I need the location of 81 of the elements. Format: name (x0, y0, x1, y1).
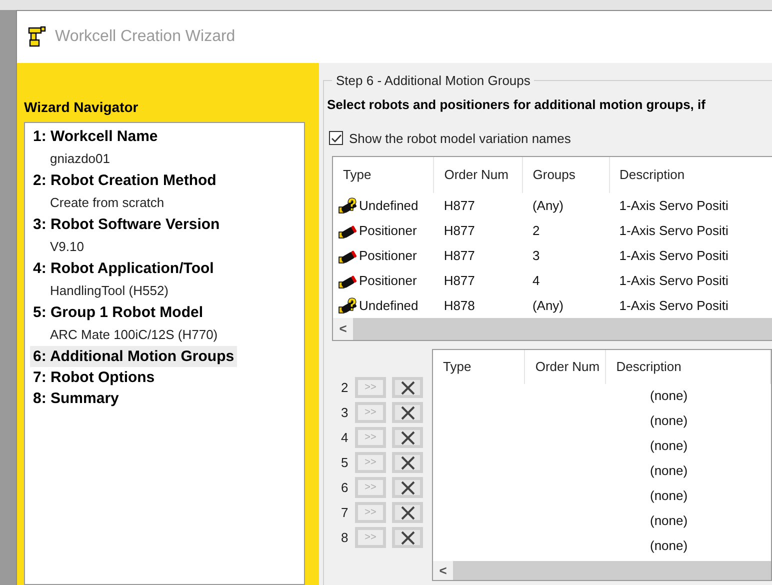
navigator-step-value: ARC Mate 100iC/12S (H770) (49, 326, 218, 344)
checkbox-label: Show the robot model variation names (349, 130, 571, 148)
motor-question-icon (338, 196, 358, 214)
table-cell-text: Positioner (359, 246, 417, 265)
remove-button[interactable] (392, 427, 423, 448)
navigator-title: Wizard Navigator (24, 98, 140, 117)
close-icon (400, 530, 414, 544)
navigator-step[interactable]: 6: Additional Motion Groups (30, 346, 238, 367)
navigator-step[interactable]: 3: Robot Software Version (30, 214, 223, 235)
remove-button[interactable] (392, 527, 423, 548)
scroll-left-button[interactable]: < (333, 318, 353, 340)
motor-question-icon (338, 296, 358, 314)
horizontal-scrollbar[interactable]: < (333, 318, 772, 340)
table-cell-text: Positioner (359, 272, 417, 290)
table-cell-text: (none) (650, 512, 688, 530)
table-cell-text: Undefined (359, 296, 418, 315)
navigator-step[interactable]: 5: Group 1 Robot Model (30, 302, 206, 323)
group-number: 5 (341, 454, 349, 472)
table-cell-text: (none) (650, 412, 688, 430)
table-cell: H877 (444, 248, 475, 263)
instruction-text: Select robots and positioners for additional motion groups, if (327, 96, 706, 114)
navigator-step[interactable]: 1: Workcell Name (30, 126, 161, 147)
navigator-step[interactable]: 2: Robot Creation Method (30, 170, 220, 191)
group-number: 8 (341, 528, 349, 547)
table-cell: (Any) (532, 298, 564, 313)
table-cell: 1-Axis Servo Positi (619, 198, 728, 213)
close-icon (400, 480, 414, 494)
column-header[interactable]: Groups (522, 157, 610, 193)
table-cell-text: (none) (650, 387, 688, 406)
horizontal-scrollbar[interactable]: < (433, 560, 771, 580)
navigator-step-value: Create from scratch (49, 194, 164, 212)
close-icon (400, 506, 414, 520)
table-cell: H877 (444, 198, 475, 213)
remove-button[interactable] (392, 477, 423, 498)
close-icon (400, 406, 414, 420)
column-header[interactable]: Order Num (434, 157, 523, 193)
navigator-step[interactable]: 7: Robot Options (30, 367, 158, 388)
scroll-left-button[interactable]: < (433, 560, 453, 580)
close-icon (400, 456, 414, 470)
navigator-step-value: V9.10 (49, 238, 84, 256)
column-header[interactable]: Type (433, 350, 526, 384)
remove-button[interactable] (392, 452, 423, 473)
column-header[interactable]: Description (606, 350, 771, 384)
close-icon (400, 380, 414, 394)
table-cell: 1-Axis Servo Positi (619, 298, 728, 313)
group-number: 6 (341, 478, 349, 497)
group-number: 4 (341, 428, 349, 447)
table-cell-text: Positioner (359, 222, 417, 240)
table-cell: (Any) (532, 198, 564, 213)
table-cell: H877 (444, 222, 475, 238)
group-number: 2 (341, 378, 349, 397)
window-title: Workcell Creation Wizard (55, 27, 236, 47)
column-header[interactable]: Description (610, 157, 772, 193)
table-cell: 3 (532, 248, 540, 263)
table-cell: 4 (532, 272, 540, 288)
table-cell: 1-Axis Servo Positi (619, 272, 728, 288)
navigator-step[interactable]: 8: Summary (30, 388, 122, 409)
column-header[interactable]: Order Num (525, 350, 606, 384)
remove-button[interactable] (392, 502, 423, 523)
navigator-step[interactable]: 4: Robot Application/Tool (30, 258, 217, 279)
table-cell: 2 (532, 222, 540, 238)
table-cell: H877 (444, 272, 475, 288)
column-header[interactable]: Type (333, 157, 434, 193)
group-number: 3 (341, 404, 349, 422)
check-icon (330, 134, 342, 143)
robot-arm-icon (27, 26, 47, 48)
table-cell-text: (none) (650, 462, 688, 480)
group-number: 7 (341, 504, 349, 522)
navigator-step-value: gniazdo01 (49, 150, 110, 168)
navigator-step-value: HandlingTool (H552) (49, 282, 169, 300)
remove-button[interactable] (392, 377, 423, 398)
table-cell-text: Undefined (359, 196, 418, 215)
checkbox[interactable] (329, 131, 343, 146)
remove-button[interactable] (392, 402, 423, 423)
table-cell-text: (none) (650, 437, 688, 456)
table-cell: 1-Axis Servo Positi (619, 222, 728, 238)
table-cell-text: (none) (650, 537, 688, 556)
close-icon (400, 430, 414, 444)
table-cell: H878 (444, 298, 475, 313)
table-cell-text: (none) (650, 487, 688, 506)
table-cell: 1-Axis Servo Positi (619, 248, 728, 263)
